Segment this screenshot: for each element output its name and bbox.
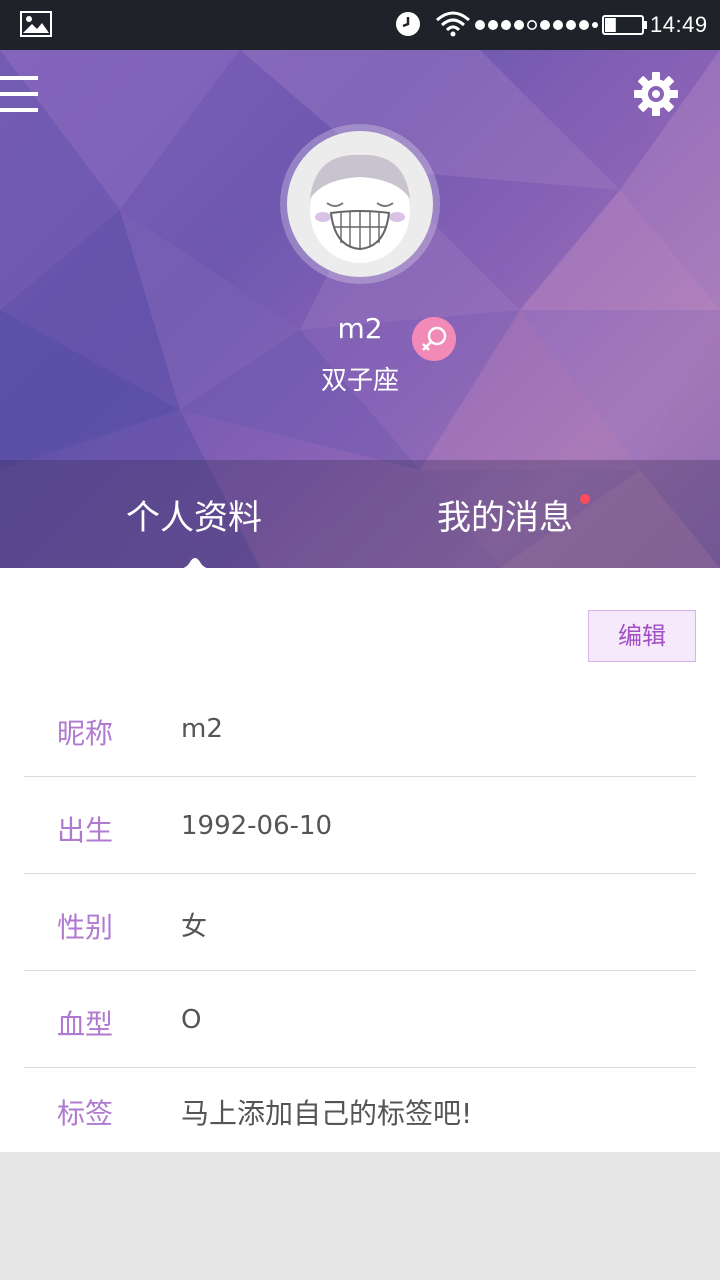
tab-profile[interactable]: 个人资料	[126, 490, 262, 539]
field-value: m2	[181, 714, 223, 744]
zodiac-sign: 双子座	[320, 366, 399, 396]
field-label: 性别	[57, 911, 114, 944]
field-value: 1992-06-10	[181, 811, 333, 841]
status-bar: 14:49	[0, 0, 720, 50]
field-row-nickname: 昵称 m2	[24, 680, 696, 777]
battery-icon	[602, 15, 647, 35]
avatar[interactable]	[280, 124, 440, 284]
wifi-icon	[436, 11, 470, 37]
smiley-face-icon	[310, 154, 410, 263]
notification-dot	[580, 494, 590, 504]
field-row-bloodtype: 血型 O	[24, 971, 696, 1068]
field-label: 出生	[57, 814, 114, 847]
active-tab-indicator	[183, 558, 207, 568]
field-value: 女	[181, 912, 208, 942]
profile-header: m2 双子座 个人资料 我的消息	[0, 50, 720, 568]
avatar-image	[287, 131, 433, 277]
tab-messages[interactable]: 我的消息	[437, 490, 573, 539]
tab-bar: 个人资料 我的消息	[0, 460, 720, 568]
username: m2	[337, 312, 383, 345]
field-label: 昵称	[57, 717, 114, 750]
field-value: 马上添加自己的标签吧!	[181, 1097, 473, 1130]
field-label: 血型	[57, 1008, 114, 1041]
signal-dots-icon	[475, 20, 598, 30]
gallery-icon	[20, 11, 52, 37]
field-row-birth: 出生 1992-06-10	[24, 777, 696, 874]
menu-button[interactable]	[0, 72, 40, 116]
alarm-icon	[396, 12, 420, 36]
edit-button[interactable]: 编辑	[588, 610, 696, 662]
field-row-tags[interactable]: 标签 马上添加自己的标签吧!	[24, 1068, 696, 1152]
gear-icon[interactable]	[632, 70, 680, 118]
profile-details: 编辑 昵称 m2 出生 1992-06-10 性别 女 血型 O 标签 马上添加…	[0, 568, 720, 1152]
field-label: 标签	[57, 1097, 114, 1130]
field-row-gender: 性别 女	[24, 874, 696, 971]
status-time: 14:49	[650, 12, 708, 37]
field-value: O	[181, 1005, 202, 1035]
female-symbol-icon	[412, 317, 456, 361]
